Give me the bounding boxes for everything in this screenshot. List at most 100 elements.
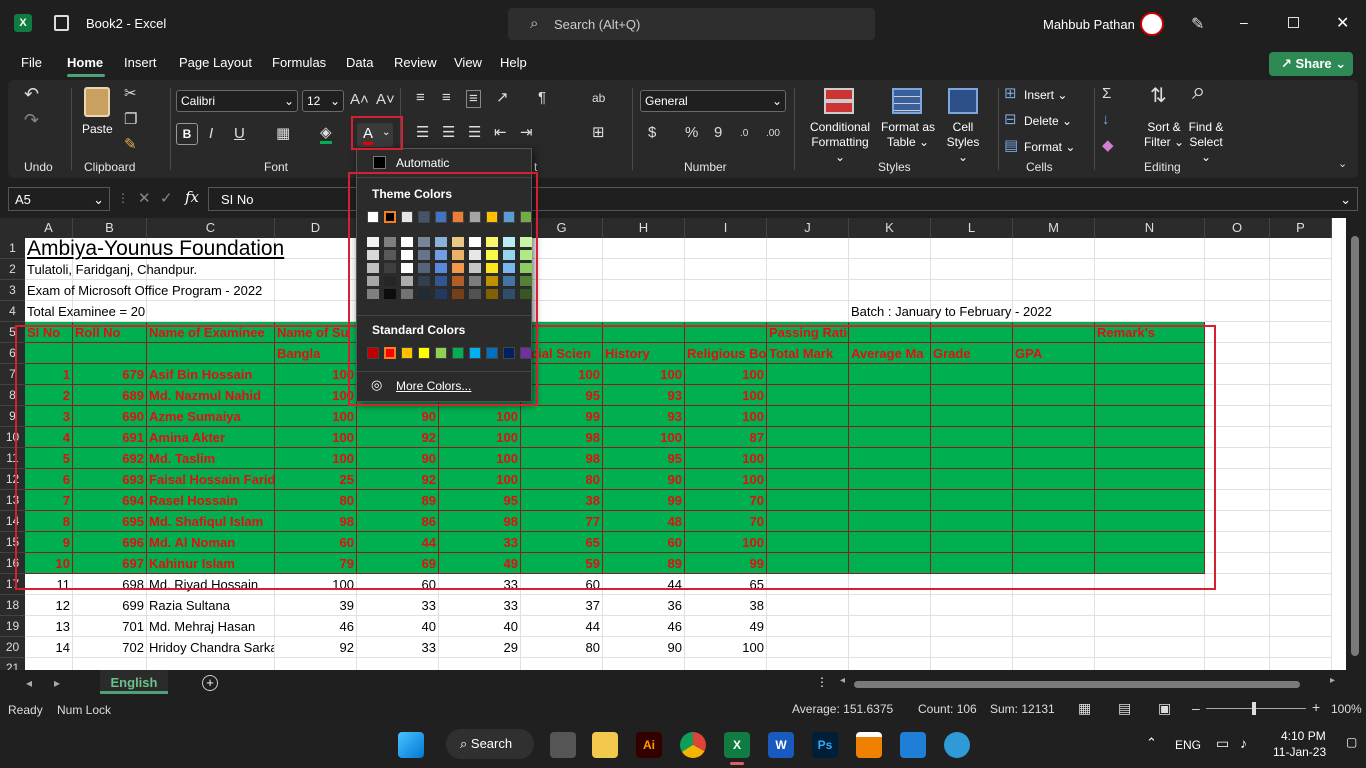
cell[interactable] [1270,364,1332,385]
cell[interactable] [603,280,685,301]
cell[interactable] [849,637,931,658]
cell[interactable] [767,637,849,658]
column-header[interactable]: B [73,218,147,238]
network-icon[interactable]: ▭ [1216,735,1229,752]
align-right-icon[interactable]: ☰ [468,125,481,141]
tab-data[interactable]: Data [346,55,373,70]
merge-center-icon[interactable]: ⊞ [592,125,605,141]
cell[interactable] [521,658,603,670]
cell[interactable] [1095,658,1205,670]
cell[interactable] [931,259,1013,280]
illustrator-icon[interactable]: Ai [636,732,662,758]
share-button[interactable]: ↗ Share ⌄ [1269,52,1353,76]
cell[interactable] [1270,385,1332,406]
more-sheets-icon[interactable]: ⋮ [816,675,828,689]
automatic-option[interactable]: Automatic [357,153,531,173]
row-header[interactable]: 1 [0,238,25,259]
cell[interactable]: 80 [521,637,603,658]
next-sheet-icon[interactable]: ▸ [54,676,60,690]
conditional-formatting-button[interactable]: Conditional Formatting ⌄ [808,120,872,165]
column-header[interactable]: O [1205,218,1270,238]
cell[interactable]: Total Examinee = 20 [25,301,357,322]
clock-time[interactable]: 4:10 PM [1281,729,1326,743]
cell[interactable] [1270,595,1332,616]
normal-view-icon[interactable]: ▦ [1078,700,1091,717]
sort-filter-button[interactable]: Sort & Filter ⌄ [1142,120,1186,150]
cell[interactable] [1095,259,1205,280]
tab-help[interactable]: Help [500,55,527,70]
align-top-icon[interactable]: ≡ [416,90,425,106]
cell[interactable]: 40 [357,616,439,637]
status-average[interactable]: Average: 151.6375 [792,702,893,716]
sheet-tab-english[interactable]: English [100,670,168,694]
conditional-formatting-icon[interactable] [824,88,854,114]
cell[interactable] [1270,490,1332,511]
cell[interactable] [931,637,1013,658]
photoshop-icon[interactable]: Ps [812,732,838,758]
cell[interactable] [1095,280,1205,301]
cell[interactable] [1013,259,1095,280]
cell[interactable] [1270,280,1332,301]
cell[interactable]: 37 [521,595,603,616]
cell[interactable] [767,616,849,637]
increase-indent-icon[interactable]: ⇥ [520,125,533,141]
cell[interactable] [275,658,357,670]
cancel-icon[interactable]: ✕ [138,189,151,207]
cell[interactable]: 13 [25,616,73,637]
cell[interactable] [931,616,1013,637]
tab-page-layout[interactable]: Page Layout [179,55,252,70]
cell[interactable] [1013,280,1095,301]
cell[interactable] [603,259,685,280]
cell[interactable] [1095,238,1205,259]
vlc-icon[interactable] [856,732,882,758]
cell[interactable] [849,259,931,280]
cell-styles-icon[interactable] [948,88,978,114]
cell[interactable] [849,616,931,637]
column-header[interactable]: L [931,218,1013,238]
column-header[interactable]: H [603,218,685,238]
cell[interactable]: 701 [73,616,147,637]
column-header[interactable]: P [1270,218,1332,238]
cell[interactable] [849,595,931,616]
cell[interactable]: Hridoy Chandra Sarkar [147,637,275,658]
cell[interactable]: 46 [275,616,357,637]
decrease-font-icon[interactable]: A˅ [376,92,395,108]
cell[interactable]: 33 [357,637,439,658]
save-icon[interactable] [54,15,69,31]
page-break-view-icon[interactable]: ▣ [1158,700,1171,717]
cell[interactable]: Tulatoli, Faridganj, Chandpur. [25,259,357,280]
collapse-ribbon-icon[interactable]: ⌄ [1338,156,1347,172]
cell[interactable] [849,238,931,259]
increase-decimal-icon[interactable]: .0 [740,126,748,142]
chrome-icon[interactable] [680,732,706,758]
cell[interactable] [1205,637,1270,658]
align-bottom-icon[interactable]: ≡ [466,90,481,108]
language-indicator[interactable]: ENG [1175,738,1201,752]
vertical-scrollbar[interactable] [1346,218,1366,670]
cell[interactable] [603,238,685,259]
zoom-slider[interactable] [1206,702,1306,715]
decrease-indent-icon[interactable]: ⇤ [494,125,507,141]
undo-icon[interactable]: ↶ [24,85,39,103]
zoom-out-icon[interactable]: – [1192,700,1200,716]
find-select-icon[interactable]: ⌕ [1192,80,1205,104]
status-sum[interactable]: Sum: 12131 [990,702,1055,716]
column-header[interactable]: I [685,218,767,238]
cell[interactable] [1270,616,1332,637]
cell[interactable] [1270,553,1332,574]
format-as-table-icon[interactable] [892,88,922,114]
column-header[interactable]: N [1095,218,1205,238]
close-icon[interactable]: ✕ [1336,13,1349,33]
cell[interactable] [767,595,849,616]
copy-icon[interactable]: ❐ [124,112,137,128]
cell[interactable]: 29 [439,637,521,658]
align-middle-icon[interactable]: ≡ [442,90,451,106]
cut-icon[interactable]: ✂ [124,86,137,102]
enter-icon[interactable]: ✓ [160,189,173,207]
cell[interactable]: 49 [685,616,767,637]
volume-icon[interactable]: ♪ [1240,735,1247,751]
clear-icon[interactable]: ◆ [1102,138,1114,154]
cell[interactable]: 39 [275,595,357,616]
tab-view[interactable]: View [454,55,482,70]
font-name-select[interactable]: Calibri ⌄ [176,90,298,112]
